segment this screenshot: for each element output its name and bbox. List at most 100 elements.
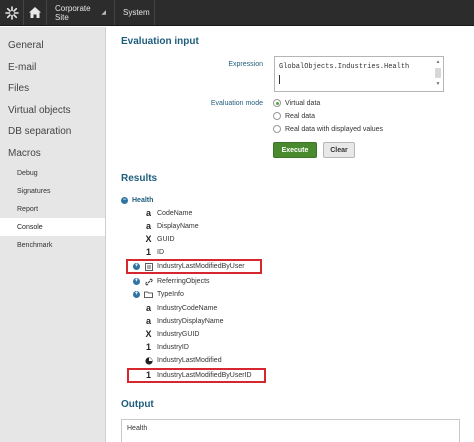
tree-item-label: GUID [157, 236, 175, 243]
evaluation-input-heading: Evaluation input [121, 36, 199, 47]
string-icon: a [145, 316, 151, 326]
sidebar-item-label: E-mail [8, 61, 37, 73]
scroll-down-icon[interactable]: ▼ [434, 80, 442, 88]
radio-label: Real data with displayed values [285, 125, 384, 133]
tree-item-label: IndustryGUID [157, 331, 200, 338]
sidebar-item-label: DB separation [8, 126, 72, 138]
tree-item-industryguid[interactable]: X IndustryGUID [144, 328, 199, 341]
tree-root-health[interactable]: − Health [121, 194, 153, 207]
sidebar-item-files[interactable]: Files [0, 78, 105, 100]
tree-item-typeinfo[interactable]: + TypeInfo [133, 288, 184, 301]
tree-item-industrycodename[interactable]: a IndustryCodeName [144, 302, 217, 315]
radio-button[interactable] [273, 125, 281, 133]
results-heading: Results [121, 173, 158, 184]
expression-value: GlobalObjects.Industries.Health [279, 63, 410, 71]
radio-virtual-data[interactable]: Virtual data [273, 99, 320, 107]
tree-item-label: TypeInfo [157, 291, 184, 298]
string-icon: a [145, 208, 151, 218]
sidebar-item-label: Macros [8, 147, 41, 159]
sidebar-item-label: General [8, 40, 44, 52]
radio-label: Virtual data [285, 99, 321, 107]
sidebar-item-macros[interactable]: Macros [0, 143, 105, 165]
link-icon [144, 277, 153, 286]
datetime-icon [144, 356, 153, 365]
sidebar-subitem-console[interactable]: Console [0, 218, 105, 236]
breadcrumb-system[interactable]: System [115, 0, 155, 25]
tree-item-label: IndustryLastModified [157, 357, 222, 364]
breadcrumb-system-label: System [123, 8, 150, 17]
object-icon [144, 262, 153, 271]
kentico-logo-icon[interactable] [0, 0, 24, 25]
expand-icon[interactable]: + [133, 263, 140, 270]
main-content: Evaluation input Expression GlobalObject… [107, 27, 474, 442]
expand-icon[interactable]: + [133, 278, 140, 285]
guid-icon: X [145, 329, 152, 339]
expression-scrollbar[interactable]: ▲ ▼ [434, 58, 442, 90]
chevron-down-icon: ◢ [101, 10, 106, 16]
radio-button[interactable] [273, 99, 281, 107]
site-selector[interactable]: Corporate Site ◢ [47, 0, 115, 25]
tree-item-label: IndustryLastModifiedByUser [157, 263, 245, 270]
radio-real-data[interactable]: Real data [273, 112, 315, 120]
tree-item-label: ID [157, 249, 164, 256]
sidebar-item-db-separation[interactable]: DB separation [0, 121, 105, 143]
site-selector-label: Corporate Site [55, 3, 91, 22]
integer-icon: 1 [145, 247, 151, 257]
guid-icon: X [145, 234, 152, 244]
tree-item-label: IndustryID [157, 344, 189, 351]
tree-item-industrylastmodifiedbyuserid[interactable]: 1 IndustryLastModifiedByUserID [144, 369, 252, 382]
radio-label: Real data [285, 112, 315, 120]
top-bar: Corporate Site ◢ System [0, 0, 474, 26]
home-icon[interactable] [24, 0, 47, 25]
tree-item-id[interactable]: 1 ID [144, 246, 164, 259]
tree-item-industrylastmodified[interactable]: IndustryLastModified [144, 354, 222, 367]
sidebar-subitem-label: Report [17, 205, 39, 213]
tree-item-industrydisplayname[interactable]: a IndustryDisplayName [144, 315, 224, 328]
sidebar-subitem-benchmark[interactable]: Benchmark [0, 236, 105, 254]
sidebar: General E-mail Files Virtual objects DB … [0, 27, 106, 442]
expression-input[interactable]: GlobalObjects.Industries.Health ▲ ▼ [274, 56, 444, 92]
tree-root-label: Health [132, 197, 154, 204]
radio-button[interactable] [273, 112, 281, 120]
tree-item-industryid[interactable]: 1 IndustryID [144, 341, 189, 354]
radio-real-data-displayed[interactable]: Real data with displayed values [273, 125, 383, 133]
sidebar-subitem-report[interactable]: Report [0, 200, 105, 218]
sidebar-subitem-label: Benchmark [17, 241, 53, 249]
sidebar-subitem-label: Debug [17, 169, 38, 177]
scroll-up-icon[interactable]: ▲ [434, 58, 442, 66]
tree-item-label: IndustryDisplayName [157, 318, 224, 325]
sidebar-subitem-label: Signatures [17, 187, 51, 195]
tree-item-label: IndustryCodeName [157, 305, 218, 312]
expression-label: Expression [228, 61, 263, 68]
tree-item-label: IndustryLastModifiedByUserID [157, 372, 252, 379]
evaluation-mode-label: Evaluation mode [210, 100, 263, 107]
sidebar-item-general[interactable]: General [0, 35, 105, 57]
output-box[interactable]: Health [121, 419, 460, 442]
tree-item-displayname[interactable]: a DisplayName [144, 220, 199, 233]
sidebar-subitem-signatures[interactable]: Signatures [0, 182, 105, 200]
sidebar-subitem-debug[interactable]: Debug [0, 164, 105, 182]
tree-item-codename[interactable]: a CodeName [144, 207, 192, 220]
execute-button[interactable]: Execute [273, 142, 317, 158]
tree-item-referringobjects[interactable]: + ReferringObjects [133, 275, 210, 288]
sidebar-subitem-label: Console [17, 223, 43, 231]
sidebar-item-virtual-objects[interactable]: Virtual objects [0, 100, 105, 122]
sidebar-item-label: Files [8, 83, 30, 95]
collapse-icon[interactable]: − [121, 197, 128, 204]
tree-item-label: CodeName [157, 210, 193, 217]
tree-item-guid[interactable]: X GUID [144, 233, 175, 246]
string-icon: a [145, 221, 151, 231]
string-icon: a [145, 303, 151, 313]
expand-icon[interactable]: + [133, 291, 140, 298]
integer-icon: 1 [145, 370, 151, 380]
tree-item-industrylastmodifiedbyuser[interactable]: + IndustryLastModifiedByUser [133, 260, 245, 273]
scroll-thumb[interactable] [435, 68, 441, 78]
sidebar-item-email[interactable]: E-mail [0, 57, 105, 79]
tree-item-label: DisplayName [157, 223, 199, 230]
output-heading: Output [121, 399, 154, 410]
integer-icon: 1 [145, 342, 151, 352]
text-cursor [279, 75, 280, 84]
clear-button[interactable]: Clear [323, 142, 355, 158]
folder-icon [144, 291, 153, 298]
tree-item-label: ReferringObjects [157, 278, 210, 285]
